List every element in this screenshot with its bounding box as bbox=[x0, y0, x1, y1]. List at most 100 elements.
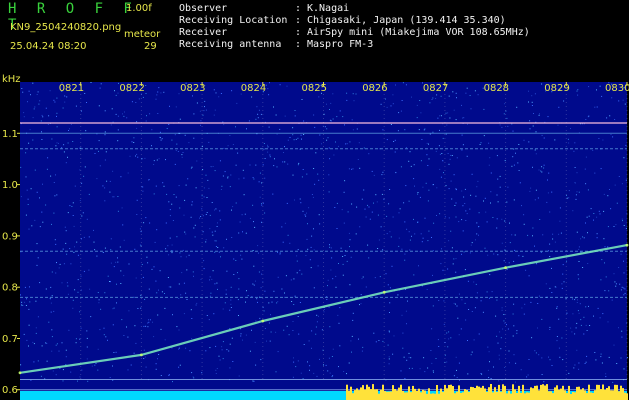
noise-speck bbox=[25, 214, 27, 216]
power-bar bbox=[464, 389, 466, 400]
power-bar bbox=[338, 392, 340, 400]
noise-speck bbox=[215, 92, 217, 94]
noise-speck bbox=[392, 103, 394, 105]
noise-speck bbox=[548, 172, 550, 174]
noise-speck bbox=[45, 107, 47, 109]
noise-speck bbox=[208, 141, 210, 143]
noise-speck bbox=[400, 166, 402, 168]
noise-speck bbox=[263, 143, 265, 144]
noise-speck bbox=[303, 134, 305, 135]
noise-speck bbox=[576, 172, 578, 174]
power-bar bbox=[232, 393, 234, 400]
noise-speck bbox=[69, 205, 71, 207]
noise-speck bbox=[382, 129, 384, 131]
noise-speck bbox=[519, 182, 521, 184]
noise-speck bbox=[423, 357, 425, 359]
noise-speck bbox=[81, 215, 83, 217]
noise-speck bbox=[428, 158, 430, 160]
noise-speck bbox=[247, 295, 249, 297]
noise-speck bbox=[563, 100, 565, 102]
noise-speck bbox=[46, 360, 48, 362]
noise-speck bbox=[404, 378, 406, 379]
power-bar bbox=[508, 390, 510, 400]
noise-speck bbox=[577, 94, 579, 96]
spectrogram-chart: 1.11.00.90.80.70.6 0821 0822 0823 0824 0825 0… bbox=[2, 82, 629, 400]
noise-speck bbox=[42, 116, 44, 118]
power-bar bbox=[162, 393, 164, 400]
noise-speck bbox=[576, 191, 578, 193]
noise-speck bbox=[476, 222, 478, 224]
noise-speck bbox=[480, 300, 482, 302]
noise-speck bbox=[451, 155, 453, 156]
noise-speck bbox=[409, 239, 411, 241]
noise-speck bbox=[543, 137, 545, 139]
noise-speck bbox=[269, 156, 271, 158]
noise-speck bbox=[603, 193, 605, 195]
noise-speck bbox=[256, 298, 258, 300]
noise-speck bbox=[427, 240, 429, 242]
noise-speck bbox=[268, 302, 270, 304]
power-bar bbox=[466, 390, 468, 400]
noise-speck bbox=[469, 95, 471, 96]
noise-speck bbox=[99, 329, 101, 331]
noise-speck bbox=[589, 325, 591, 326]
noise-speck bbox=[363, 189, 365, 191]
noise-speck bbox=[284, 222, 286, 224]
noise-speck bbox=[249, 164, 251, 166]
noise-speck bbox=[547, 116, 549, 118]
noise-speck bbox=[496, 227, 498, 229]
noise-speck bbox=[203, 187, 205, 189]
noise-speck bbox=[243, 194, 245, 196]
noise-speck bbox=[326, 299, 328, 300]
noise-speck bbox=[558, 233, 560, 235]
noise-speck bbox=[329, 158, 331, 160]
metadata-label: Receiving Location bbox=[179, 15, 288, 26]
noise-speck bbox=[531, 101, 533, 103]
noise-speck bbox=[284, 161, 286, 163]
noise-speck bbox=[32, 117, 34, 119]
noise-speck bbox=[193, 275, 194, 277]
noise-speck bbox=[291, 301, 293, 302]
noise-speck bbox=[535, 189, 537, 191]
noise-speck bbox=[249, 217, 251, 219]
noise-speck bbox=[144, 298, 146, 300]
power-bar bbox=[262, 395, 264, 400]
noise-speck bbox=[559, 220, 561, 222]
power-bar bbox=[542, 384, 544, 400]
power-bar bbox=[590, 392, 592, 400]
noise-speck bbox=[133, 352, 135, 354]
noise-speck bbox=[528, 90, 529, 92]
noise-speck bbox=[432, 305, 434, 307]
noise-speck bbox=[226, 349, 228, 351]
noise-speck bbox=[67, 156, 68, 158]
noise-speck bbox=[245, 232, 247, 234]
noise-speck bbox=[458, 293, 460, 295]
noise-speck bbox=[490, 172, 492, 174]
noise-speck bbox=[148, 179, 150, 181]
noise-speck bbox=[242, 231, 243, 233]
noise-speck bbox=[240, 335, 242, 337]
noise-speck bbox=[202, 215, 204, 217]
noise-speck bbox=[598, 138, 600, 139]
noise-speck bbox=[311, 347, 312, 349]
noise-speck bbox=[276, 302, 278, 304]
noise-speck bbox=[452, 91, 454, 93]
noise-speck bbox=[420, 160, 422, 162]
noise-speck bbox=[41, 114, 43, 116]
noise-speck bbox=[135, 277, 137, 279]
noise-speck bbox=[98, 150, 99, 152]
noise-speck bbox=[473, 339, 475, 341]
noise-speck bbox=[156, 229, 158, 231]
noise-speck bbox=[601, 362, 603, 364]
noise-speck bbox=[535, 352, 537, 354]
noise-speck bbox=[293, 278, 295, 280]
noise-speck bbox=[343, 222, 345, 224]
noise-speck bbox=[214, 251, 216, 253]
noise-speck bbox=[74, 246, 75, 248]
power-bar bbox=[558, 389, 560, 400]
noise-speck bbox=[55, 374, 57, 376]
noise-speck bbox=[466, 87, 468, 89]
noise-speck bbox=[588, 305, 589, 307]
noise-speck bbox=[70, 123, 72, 125]
power-bar bbox=[108, 393, 110, 400]
